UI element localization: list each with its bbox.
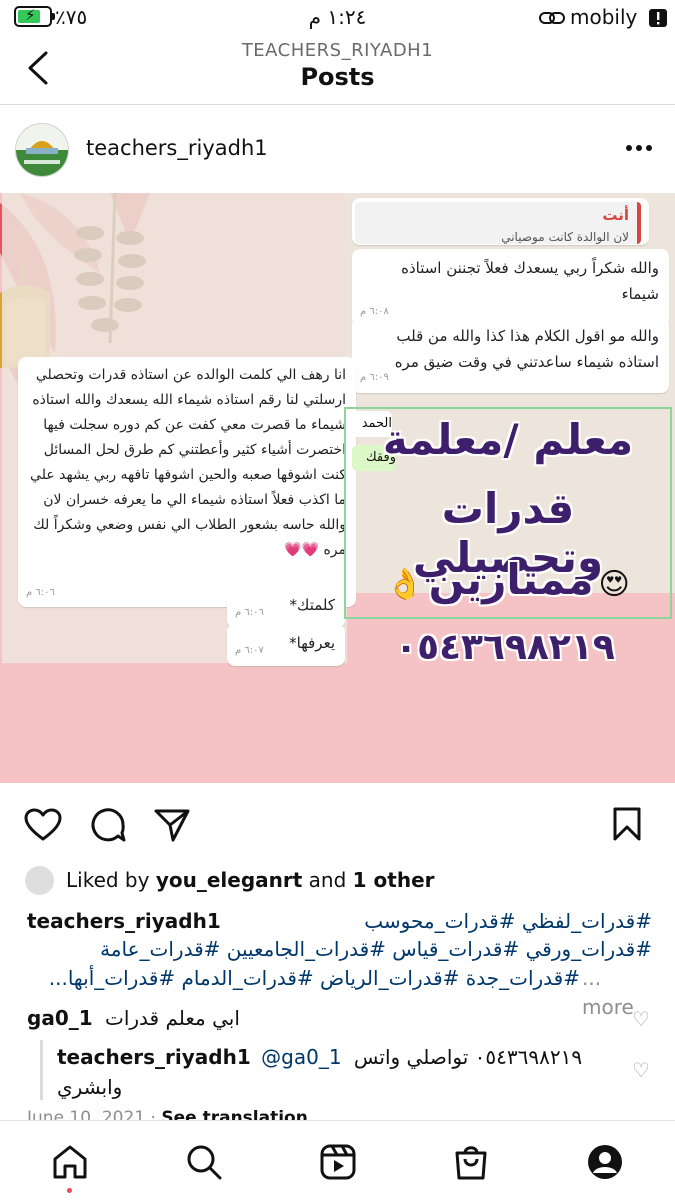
reply-bubble: أنت لان الوالدة كانت موصياني (352, 198, 649, 245)
comment-row: ga0_1 ابي معلم قدرات (27, 1006, 607, 1030)
page-title: Posts (300, 63, 375, 91)
caption-hashtags-3[interactable]: #قدرات_جدة #قدرات_الرياض #قدرات_الدمام #… (27, 964, 580, 993)
comment-username[interactable]: ga0_1 (27, 1006, 93, 1030)
more-options-icon[interactable] (625, 143, 653, 153)
comment-like-icon[interactable]: ♡ (632, 1007, 650, 1031)
comment-icon[interactable] (90, 807, 126, 843)
avatar[interactable] (15, 123, 69, 177)
chat-bubble: كلمتك* ٦:٠٦ م (227, 586, 345, 628)
like-heart-icon[interactable] (24, 808, 62, 842)
wifi-alert-icon (649, 9, 667, 27)
bottom-nav (0, 1120, 675, 1201)
likes-others[interactable]: 1 other (353, 868, 435, 892)
likes-line[interactable]: Liked by you_eleganrt and 1 other (66, 868, 435, 892)
ok-hand-emoji-icon: 👌 (386, 567, 424, 602)
caption-hashtags-2[interactable]: #قدرات_ورقي #قدرات_قياس #قدرات_الجامعيين… (27, 935, 652, 964)
comment-username[interactable]: teachers_riyadh1 (57, 1045, 251, 1069)
caption-line-3: #قدرات_جدة #قدرات_الرياض #قدرات_الدمام #… (27, 964, 652, 1019)
liker-avatar[interactable] (25, 866, 54, 895)
account-subtitle: TEACHERS_RIYADH1 (241, 40, 434, 61)
comment-reply-row: teachers_riyadh1 @ga0_1 ٠٥٤٣٦٩٨٢١٩ تواصل… (57, 1042, 617, 1102)
chat-bubble-long: انا رهف الي كلمت الوالده عن استاذه قدرات… (18, 357, 356, 607)
home-icon[interactable] (52, 1145, 88, 1179)
bookmark-icon[interactable] (612, 806, 642, 842)
comment-text: ٠٥٤٣٦٩٨٢١٩ تواصلي واتس (353, 1045, 583, 1069)
post-image[interactable]: أنت لان الوالدة كانت موصياني والله شكراً… (0, 193, 675, 783)
share-icon[interactable] (154, 808, 190, 842)
caption-line-1: teachers_riyadh1 #قدرات_لفظي #قدرات_محوس… (27, 906, 652, 936)
comment-text-continued: وابشري (57, 1075, 123, 1099)
link-icon (539, 12, 565, 24)
comment-text: ابي معلم قدرات (105, 1006, 240, 1030)
reels-icon[interactable] (320, 1144, 356, 1180)
liker-username[interactable]: you_eleganrt (156, 868, 302, 892)
home-active-dot (67, 1188, 72, 1193)
reply-quote: لان الوالدة كانت موصياني (501, 230, 629, 244)
profile-icon[interactable] (586, 1143, 624, 1181)
comment-like-icon[interactable]: ♡ (632, 1058, 650, 1082)
caption-hashtags-1[interactable]: #قدرات_لفظي #قدرات_محوسب (222, 909, 652, 933)
ad-phone: ٠٥٤٣٦٩٨٢١٩ (395, 627, 615, 668)
reply-thread-line (40, 1040, 43, 1100)
heart-eyes-emoji-icon: 😍 (598, 567, 630, 602)
chat-bubble: يعرفها* ٦:٠٧ م (227, 624, 345, 666)
shop-icon[interactable] (453, 1143, 489, 1181)
post-username[interactable]: teachers_riyadh1 (86, 136, 268, 160)
status-bar: ⚡ ٪٧٥ ١:٢٤ م mobily (0, 0, 675, 36)
ad-line-1: معلم /معلمة (382, 415, 634, 464)
chat-bubble: والله مو اقول الكلام هذا كذا والله من قل… (352, 317, 669, 393)
caption-username[interactable]: teachers_riyadh1 (27, 909, 221, 933)
header-divider (0, 104, 675, 105)
chat-bubble: والله شكراً ربي يسعدك فعلاً تجننن استاذه… (352, 249, 669, 327)
comment-mention[interactable]: @ga0_1 (261, 1045, 341, 1069)
carrier-name: mobily (570, 5, 638, 29)
ad-line-3-row: 😍 ممتازين 👌 (348, 555, 668, 605)
ad-line-3: ممتازين (428, 555, 594, 604)
search-icon[interactable] (186, 1144, 222, 1180)
